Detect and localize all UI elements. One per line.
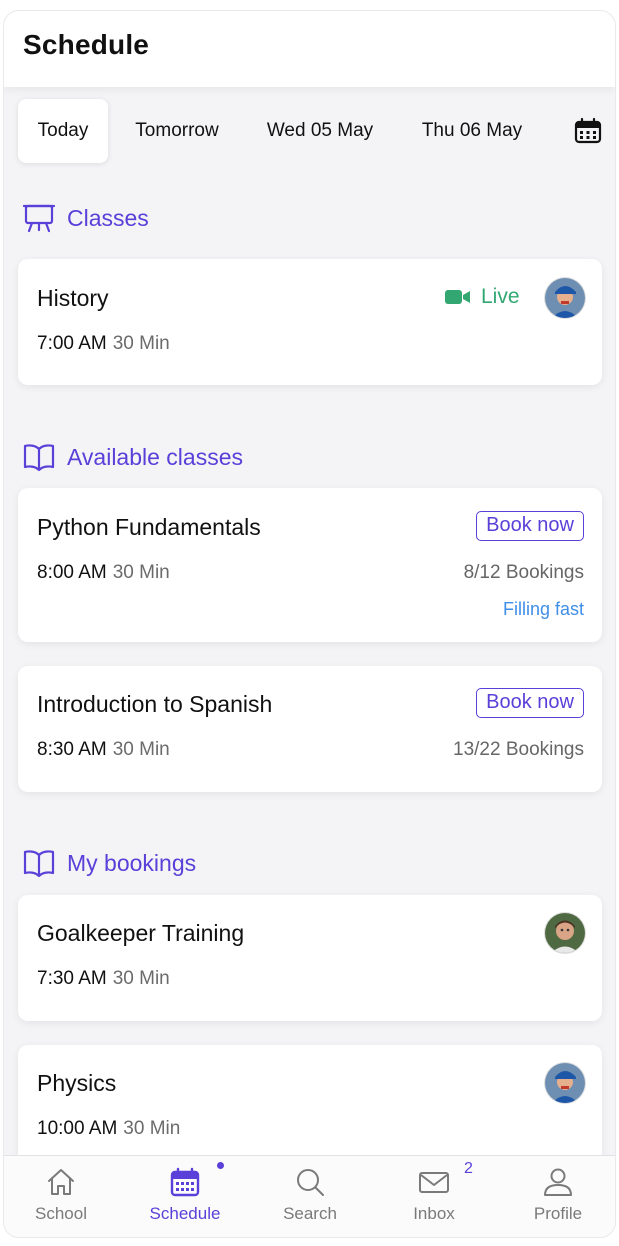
class-title: Physics [37, 1070, 117, 1096]
tab-today[interactable]: Today [18, 99, 108, 163]
instructor-avatar [545, 278, 585, 318]
mail-icon [419, 1172, 449, 1193]
bookings-count: 13/22 Bookings [453, 739, 584, 760]
class-card-history[interactable]: History 7:00 AM 30 Min Live [18, 259, 602, 385]
available-card-python[interactable]: Python Fundamentals 8:00 AM 30 Min Book n… [18, 488, 602, 642]
tab-profile[interactable]: Profile [499, 1156, 615, 1237]
booking-card-physics[interactable]: Physics 10:00 AM 30 Min [18, 1045, 602, 1157]
tab-thu[interactable]: Thu 06 May [408, 99, 536, 163]
home-icon [48, 1169, 74, 1195]
class-time: 7:00 AM 30 Min [37, 333, 170, 354]
filling-fast-label: Filling fast [502, 599, 584, 619]
tab-school[interactable]: School [4, 1156, 120, 1237]
page-title: Schedule [23, 29, 150, 60]
inbox-badge: 2 [464, 1160, 473, 1177]
tab-inbox[interactable]: Inbox [375, 1156, 493, 1237]
class-time: 8:00 AM 30 Min [37, 562, 170, 583]
section-bookings-title: My bookings [67, 849, 197, 876]
section-classes-title: Classes [67, 204, 149, 231]
live-status: Live [445, 285, 520, 309]
class-title: History [37, 285, 109, 311]
available-card-spanish[interactable]: Introduction to Spanish 8:30 AM 30 Min Bo… [18, 666, 602, 792]
calendar-icon [170, 1167, 200, 1197]
easel-icon [23, 204, 55, 233]
booking-card-goalkeeper[interactable]: Goalkeeper Training 7:30 AM 30 Min [18, 895, 602, 1021]
active-dot [217, 1162, 224, 1169]
book-now-button[interactable]: Book now [476, 688, 584, 718]
book-icon [23, 444, 55, 472]
section-available: Available classes [23, 440, 243, 474]
instructor-avatar [545, 1063, 585, 1103]
class-time: 8:30 AM 30 Min [37, 739, 170, 760]
section-bookings: My bookings [23, 846, 196, 880]
bookings-count: 8/12 Bookings [463, 562, 584, 583]
instructor-avatar [545, 913, 585, 953]
book-icon [23, 850, 55, 878]
search-icon [297, 1169, 324, 1196]
book-now-button[interactable]: Book now [476, 511, 584, 541]
class-time: 10:00 AM 30 Min [37, 1118, 181, 1139]
section-classes: Classes [23, 201, 149, 235]
tab-tomorrow[interactable]: Tomorrow [122, 99, 232, 163]
class-title: Introduction to Spanish [37, 691, 273, 717]
video-icon [445, 290, 470, 304]
tab-schedule[interactable]: Schedule [126, 1156, 244, 1237]
tab-wed[interactable]: Wed 05 May [254, 99, 386, 163]
calendar-icon[interactable] [574, 117, 602, 145]
schedule-content[interactable]: Today Tomorrow Wed 05 May Thu 06 May Cla… [4, 87, 615, 1157]
class-time: 7:30 AM 30 Min [37, 968, 170, 989]
app-screen: Schedule Today Tomorrow Wed 05 May Thu 0… [3, 10, 616, 1238]
class-title: Goalkeeper Training [37, 920, 245, 946]
class-title: Python Fundamentals [37, 514, 261, 540]
app-header: Schedule [4, 11, 615, 87]
bottom-tab-bar: School Schedule Search Inbox 2 Profile [4, 1155, 615, 1237]
user-icon [544, 1168, 572, 1196]
tab-search[interactable]: Search [251, 1156, 369, 1237]
section-available-title: Available classes [67, 443, 244, 470]
date-tabs: Today Tomorrow Wed 05 May Thu 06 May [4, 99, 615, 163]
